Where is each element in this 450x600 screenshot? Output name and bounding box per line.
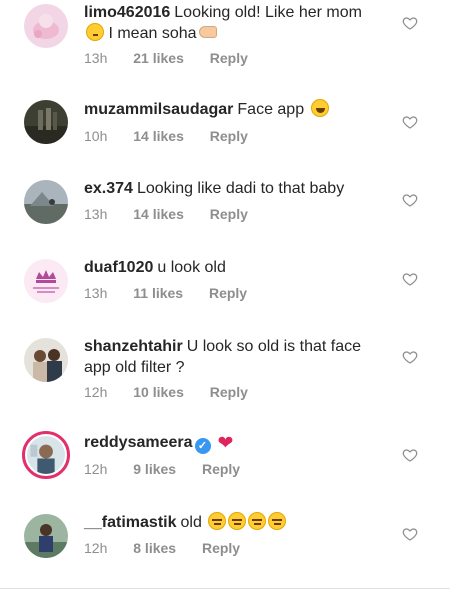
comment-likes[interactable]: 8 likes [133, 540, 176, 556]
reply-button[interactable]: Reply [202, 540, 240, 556]
comment-likes[interactable]: 14 likes [133, 128, 184, 144]
heart-outline-icon[interactable] [402, 192, 418, 208]
reply-button[interactable]: Reply [210, 206, 248, 222]
comment-username[interactable]: shanzehtahir [84, 338, 183, 355]
reply-button[interactable]: Reply [210, 50, 248, 66]
face-rolling-eyes-emoji [86, 23, 104, 41]
comment-meta: 12h 9 likes Reply [84, 461, 262, 477]
face-with-tears-of-joy-emoji [310, 99, 329, 117]
verified-badge-icon: ✓ [194, 438, 211, 454]
avatar-story-ring[interactable] [22, 431, 70, 479]
reply-button[interactable]: Reply [202, 461, 240, 477]
comment-body: limo462016 Looking old! Like her mom I me… [84, 2, 384, 44]
unamused-face-emoji [248, 512, 267, 530]
comment-username[interactable]: __fatimastik [84, 514, 177, 531]
divider [0, 588, 450, 589]
heart-outline-icon[interactable] [402, 526, 418, 542]
comment-username[interactable]: muzammilsaudagar [84, 101, 233, 118]
comment-time: 12h [84, 384, 108, 400]
comment-text: Face app [237, 101, 305, 118]
comment-likes[interactable]: 10 likes [133, 384, 184, 400]
comment-time: 13h [84, 285, 108, 301]
backhand-pointing-left-emoji [198, 26, 217, 38]
heart-outline-icon[interactable] [402, 15, 418, 31]
comment-text: Looking like dadi to that baby [136, 180, 345, 197]
reply-button[interactable]: Reply [210, 128, 248, 144]
comment-username[interactable]: limo462016 [84, 4, 170, 21]
comment-likes[interactable]: 9 likes [133, 461, 176, 477]
comment-time: 10h [84, 128, 108, 144]
comment-meta: 12h 10 likes Reply [84, 384, 270, 400]
comment-text: Looking old! Like her mom [174, 4, 362, 21]
comment-text: U look so old is that face [186, 338, 361, 355]
comment-meta: 13h 21 likes Reply [84, 50, 270, 66]
red-heart-emoji: ❤ [217, 433, 234, 454]
comment-likes[interactable]: 14 likes [133, 206, 184, 222]
avatar[interactable] [24, 338, 68, 382]
heart-outline-icon[interactable] [402, 114, 418, 130]
comment-username[interactable]: duaf1020 [84, 259, 153, 276]
comment-text-line2: I mean soha [108, 25, 197, 42]
avatar[interactable] [24, 180, 68, 224]
comment-meta: 13h 11 likes Reply [84, 285, 269, 301]
comment-meta: 13h 14 likes Reply [84, 206, 270, 222]
avatar [27, 436, 65, 474]
avatar[interactable] [24, 259, 68, 303]
comment-time: 12h [84, 540, 108, 556]
comment-username[interactable]: reddysameera [84, 434, 193, 451]
heart-outline-icon[interactable] [402, 447, 418, 463]
comment-text: old [180, 514, 202, 531]
unamused-face-emoji [268, 512, 287, 530]
comment-body: reddysameera ✓ ❤ [84, 432, 384, 454]
comment-body: shanzehtahir U look so old is that face a… [84, 336, 384, 378]
comment-body: muzammilsaudagar Face app [84, 99, 384, 120]
comment-likes[interactable]: 11 likes [133, 285, 183, 301]
reply-button[interactable]: Reply [209, 285, 247, 301]
heart-outline-icon[interactable] [402, 271, 418, 287]
comment-likes[interactable]: 21 likes [133, 50, 184, 66]
comment-text-line2: app old filter ? [84, 359, 185, 376]
unamused-face-emoji [228, 512, 247, 530]
reply-button[interactable]: Reply [210, 384, 248, 400]
comment-time: 12h [84, 461, 108, 477]
avatar[interactable] [24, 4, 68, 48]
comment-username[interactable]: ex.374 [84, 180, 133, 197]
avatar[interactable] [24, 514, 68, 558]
avatar[interactable] [24, 100, 68, 144]
comment-meta: 10h 14 likes Reply [84, 128, 270, 144]
comment-body: duaf1020 u look old [84, 257, 384, 278]
comment-meta: 12h 8 likes Reply [84, 540, 262, 556]
comment-text: u look old [157, 259, 226, 276]
comment-time: 13h [84, 50, 108, 66]
comment-body: __fatimastik old [84, 512, 384, 533]
unamused-face-emoji [208, 512, 227, 530]
heart-outline-icon[interactable] [402, 349, 418, 365]
comment-body: ex.374 Looking like dadi to that baby [84, 178, 384, 199]
comment-time: 13h [84, 206, 108, 222]
